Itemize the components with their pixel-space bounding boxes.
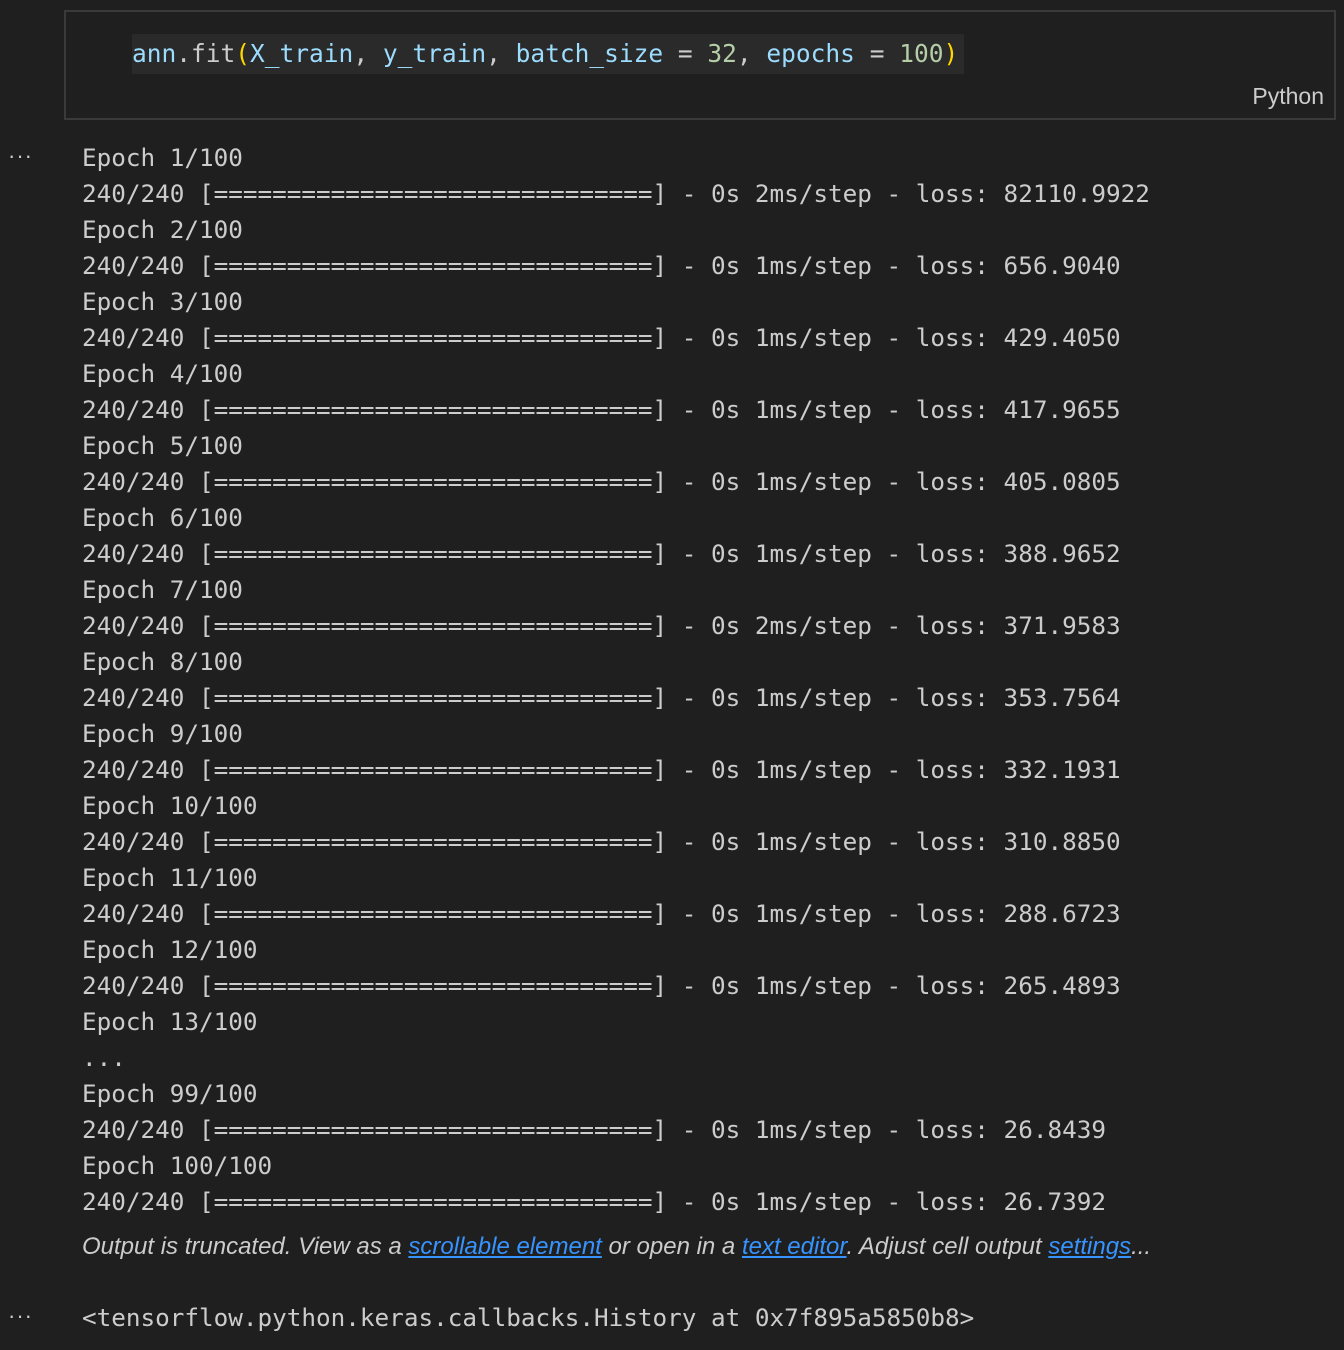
output-line: 240/240 [==============================]… — [82, 1115, 1106, 1144]
code-token-comma: , — [736, 39, 767, 68]
output-line: Epoch 7/100 — [82, 575, 243, 604]
output-line: Epoch 99/100 — [82, 1079, 258, 1108]
code-token-open-paren: ( — [235, 39, 251, 68]
code-cell[interactable]: ann.fit(X_train, y_train, batch_size = 3… — [64, 10, 1336, 120]
code-token-comma: , — [353, 39, 383, 68]
output-line: Epoch 6/100 — [82, 503, 243, 532]
code-token-ann: ann — [132, 39, 177, 68]
output-line: 240/240 [==============================]… — [82, 323, 1121, 352]
output-line: 240/240 [==============================]… — [82, 1187, 1106, 1216]
language-picker[interactable]: Python — [1252, 83, 1324, 110]
settings-link[interactable]: settings — [1048, 1233, 1131, 1260]
output-line: 240/240 [==============================]… — [82, 251, 1121, 280]
output-menu-icon[interactable]: ··· — [8, 143, 33, 169]
output-line: Epoch 2/100 — [82, 215, 243, 244]
output-line: 240/240 [==============================]… — [82, 179, 1150, 208]
output-menu-icon[interactable]: ··· — [8, 1303, 33, 1329]
output-line: 240/240 [==============================]… — [82, 467, 1121, 496]
output-line: 240/240 [==============================]… — [82, 683, 1121, 712]
code-token-100: 100 — [899, 39, 944, 68]
code-token-equals: = — [854, 39, 900, 68]
truncated-suffix-pre: . Adjust cell output — [846, 1233, 1049, 1260]
cell-output: Epoch 1/100 240/240 [====================… — [82, 140, 1150, 1220]
output-line: Epoch 8/100 — [82, 647, 243, 676]
output-line: 240/240 [==============================]… — [82, 899, 1121, 928]
code-token-y-train: y_train — [382, 39, 487, 68]
code-token-epochs: epochs — [766, 39, 855, 68]
output-line: Epoch 12/100 — [82, 935, 258, 964]
output-line: Epoch 100/100 — [82, 1151, 273, 1180]
output-line: ... — [82, 1043, 126, 1072]
output-line: Epoch 5/100 — [82, 431, 243, 460]
cell-result: <tensorflow.python.keras.callbacks.Histo… — [82, 1303, 975, 1332]
output-line: Epoch 4/100 — [82, 359, 243, 388]
truncated-notice: Output is truncated. View as a scrollabl… — [82, 1229, 1151, 1265]
truncated-middle: or open in a — [601, 1233, 742, 1260]
output-line: 240/240 [==============================]… — [82, 971, 1121, 1000]
code-token-close-paren: ) — [943, 39, 959, 68]
output-line: Epoch 1/100 — [82, 143, 243, 172]
code-token-batch-size: batch_size — [515, 39, 664, 68]
scrollable-element-link[interactable]: scrollable element — [408, 1233, 601, 1260]
code-token-comma: , — [486, 39, 516, 68]
text-editor-link[interactable]: text editor — [742, 1233, 847, 1260]
output-line: Epoch 10/100 — [82, 791, 258, 820]
truncated-prefix: Output is truncated. View as a — [82, 1233, 409, 1260]
code-token-equals: = — [663, 39, 708, 68]
code-token-x-train: X_train — [250, 39, 354, 68]
code-token-32: 32 — [707, 39, 737, 68]
code-line[interactable]: ann.fit(X_train, y_train, batch_size = 3… — [132, 34, 965, 74]
code-token-fit: .fit — [176, 39, 236, 68]
output-line: 240/240 [==============================]… — [82, 611, 1121, 640]
output-line: Epoch 9/100 — [82, 719, 243, 748]
output-line: 240/240 [==============================]… — [82, 755, 1121, 784]
output-line: 240/240 [==============================]… — [82, 395, 1121, 424]
output-line: Epoch 13/100 — [82, 1007, 258, 1036]
output-line: 240/240 [==============================]… — [82, 539, 1121, 568]
notebook-view: ann.fit(X_train, y_train, batch_size = 3… — [0, 0, 1344, 1350]
output-line: Epoch 3/100 — [82, 287, 243, 316]
output-line: 240/240 [==============================]… — [82, 827, 1121, 856]
truncated-suffix: ... — [1131, 1233, 1152, 1260]
output-line: Epoch 11/100 — [82, 863, 258, 892]
